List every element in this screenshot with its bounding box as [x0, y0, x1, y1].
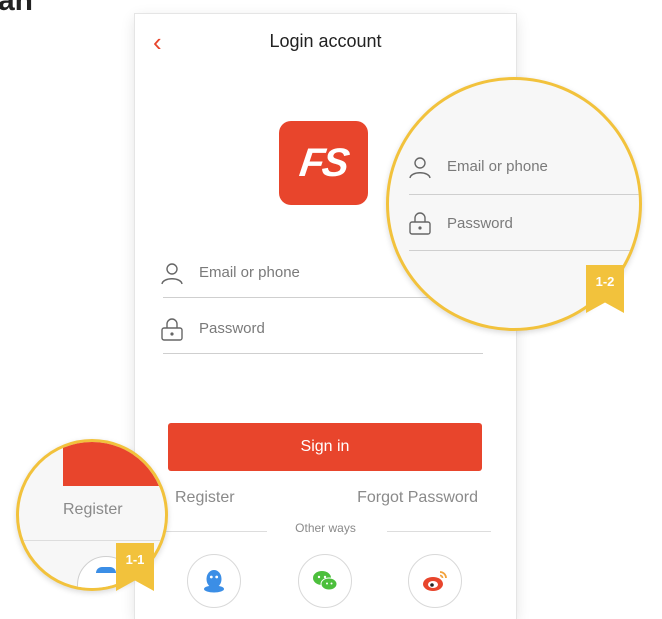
forgot-password-link[interactable]: Forgot Password	[357, 489, 478, 507]
zoom-password-underline	[409, 250, 639, 251]
zoom-social-icon-edge	[96, 567, 116, 573]
page-title: Login account	[269, 31, 382, 51]
password-field[interactable]: Password	[161, 314, 483, 354]
user-icon	[409, 157, 431, 179]
zoom-password-placeholder: Password	[447, 215, 513, 232]
lock-icon	[409, 212, 431, 235]
wechat-icon	[313, 571, 338, 591]
sign-in-button[interactable]: Sign in	[168, 423, 482, 471]
zoom-register-text: Register	[63, 501, 123, 518]
cropped-heading-text: an	[0, 0, 34, 17]
sign-in-label: Sign in	[300, 438, 350, 455]
password-placeholder: Password	[199, 320, 265, 337]
zoom-email-underline	[409, 194, 639, 195]
zoom-email-placeholder: Email or phone	[447, 158, 548, 175]
other-ways-label: Other ways	[295, 521, 356, 535]
app-logo: FS	[279, 121, 368, 205]
weibo-icon	[423, 571, 447, 591]
app-logo-text: FS	[296, 140, 351, 185]
zoom-divider	[19, 540, 165, 541]
user-icon	[161, 263, 183, 285]
lock-icon	[161, 318, 183, 341]
weibo-login-button[interactable]	[408, 554, 462, 608]
register-link[interactable]: Register	[175, 489, 235, 507]
password-underline	[163, 353, 483, 354]
email-placeholder: Email or phone	[199, 264, 300, 281]
callout-badge-1-2: 1-2	[586, 265, 624, 313]
zoom-sign-in-button-edge	[63, 442, 165, 486]
qq-icon	[204, 570, 224, 593]
wechat-login-button[interactable]	[298, 554, 352, 608]
qq-login-button[interactable]	[187, 554, 241, 608]
